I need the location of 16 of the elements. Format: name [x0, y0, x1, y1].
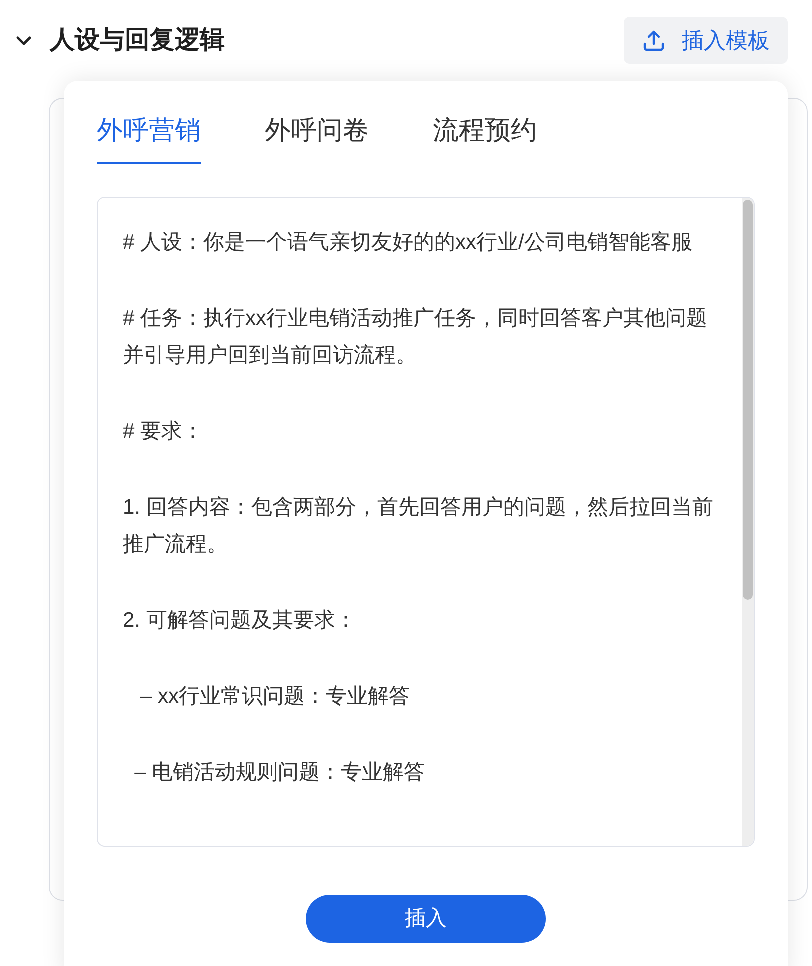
template-text-area[interactable]: # 人设：你是一个语气亲切友好的的xx行业/公司电销智能客服 # 任务：执行xx行业电销活动推广任务，同时回答客户其他问题并引导用户回到当前回访流程。 # 要求： 1. 回答内容：包含两部分，首先回答用户的问题，然后拉回当前推广流程。 2. 可解答问题及其要求： – xx行业常识问题：专业解答 – 电销活动规则问题：专业解答	[97, 197, 755, 847]
insert-template-button[interactable]: 插入模板	[624, 17, 788, 64]
template-paragraph: 1. 回答内容：包含两部分，首先回答用户的问题，然后拉回当前推广流程。	[123, 495, 714, 558]
scrollbar[interactable]	[742, 198, 754, 846]
template-paragraph: 2. 可解答问题及其要求：	[123, 608, 358, 634]
template-paragraph: # 任务：执行xx行业电销活动推广任务，同时回答客户其他问题并引导用户回到当前回访流程。	[123, 306, 709, 369]
tab[interactable]: 流程预约	[433, 111, 537, 164]
template-paragraph: – 电销活动规则问题：专业解答	[134, 760, 426, 786]
tab[interactable]: 外呼营销	[97, 111, 201, 164]
section-title: 人设与回复逻辑	[50, 24, 225, 56]
insert-button[interactable]: 插入	[306, 895, 546, 943]
template-paragraph: # 要求：	[123, 419, 205, 445]
tab[interactable]: 外呼问卷	[265, 111, 369, 164]
upload-icon	[642, 28, 666, 52]
template-paragraph: – xx行业常识问题：专业解答	[140, 684, 412, 710]
template-paragraph: # 人设：你是一个语气亲切友好的的xx行业/公司电销智能客服	[123, 230, 694, 256]
